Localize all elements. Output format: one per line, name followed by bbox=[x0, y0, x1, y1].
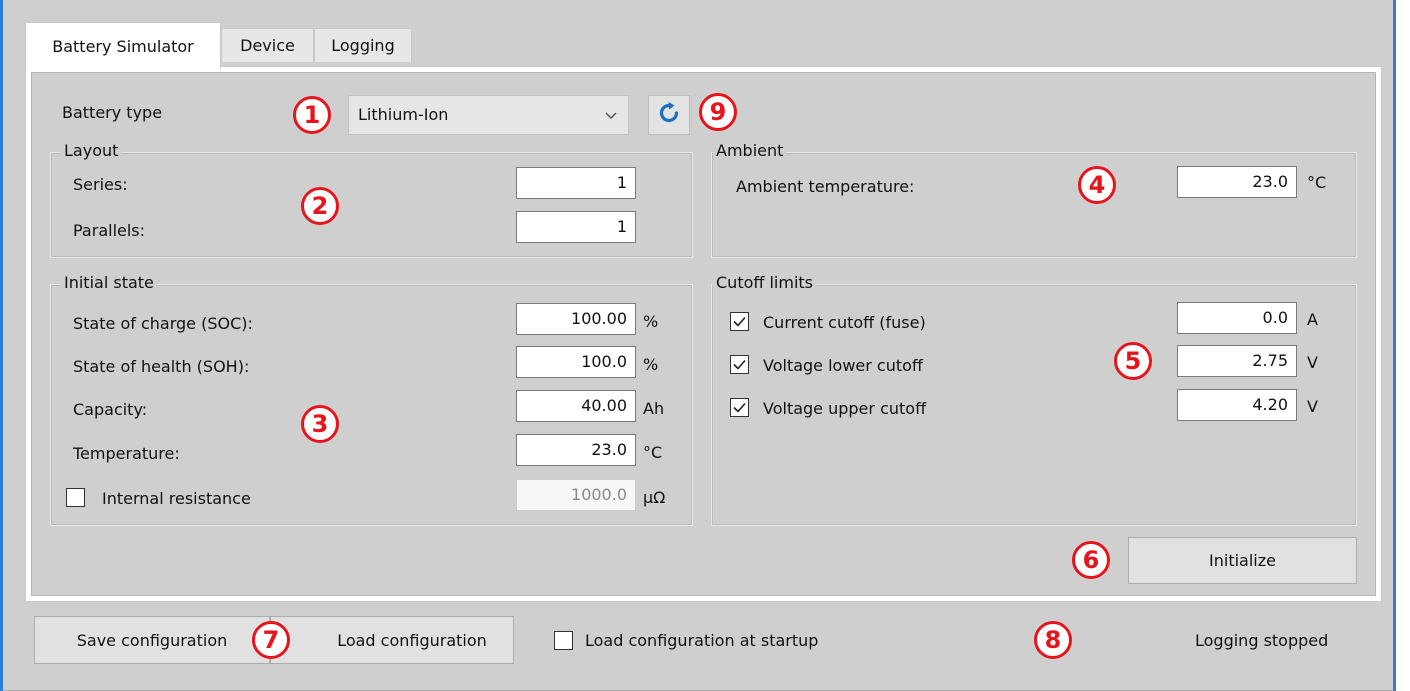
series-input[interactable]: 1 bbox=[516, 167, 636, 199]
voltage-upper-cutoff-label: Voltage upper cutoff bbox=[763, 399, 927, 418]
soc-input[interactable]: 100.00 bbox=[516, 303, 636, 335]
current-cutoff-checkbox[interactable] bbox=[730, 312, 749, 331]
battery-type-label: Battery type bbox=[62, 103, 163, 122]
current-cutoff-unit: A bbox=[1307, 310, 1318, 329]
cutoff-limits-group-title: Cutoff limits bbox=[713, 273, 817, 293]
voltage-lower-cutoff-unit: V bbox=[1307, 353, 1318, 372]
ambient-temperature-label: Ambient temperature: bbox=[736, 177, 915, 196]
capacity-unit: Ah bbox=[643, 399, 665, 418]
soh-label: State of health (SOH): bbox=[73, 357, 250, 376]
callout-2: 2 bbox=[301, 187, 339, 225]
ambient-temperature-unit: °C bbox=[1307, 173, 1327, 192]
callout-6: 6 bbox=[1072, 541, 1110, 579]
voltage-lower-cutoff-label: Voltage lower cutoff bbox=[763, 356, 923, 375]
check-icon bbox=[733, 359, 746, 370]
initialize-button[interactable]: Initialize bbox=[1128, 537, 1357, 584]
app-window: Battery Simulator Device Logging Battery… bbox=[3, 0, 1393, 691]
tab-battery-simulator[interactable]: Battery Simulator bbox=[25, 22, 221, 69]
callout-9: 9 bbox=[699, 93, 737, 131]
refresh-icon bbox=[656, 100, 682, 130]
callout-8: 8 bbox=[1034, 621, 1072, 659]
temperature-label: Temperature: bbox=[73, 444, 180, 463]
parallels-input[interactable]: 1 bbox=[516, 211, 636, 243]
check-icon bbox=[733, 316, 746, 327]
load-at-startup-label: Load configuration at startup bbox=[585, 631, 819, 650]
soh-input[interactable]: 100.0 bbox=[516, 346, 636, 378]
voltage-upper-cutoff-input[interactable]: 4.20 bbox=[1177, 389, 1297, 421]
tab-logging[interactable]: Logging bbox=[314, 28, 412, 62]
layout-group-title: Layout bbox=[61, 141, 122, 161]
check-icon bbox=[733, 402, 746, 413]
battery-type-select[interactable]: Lithium-Ion bbox=[348, 95, 629, 135]
voltage-lower-cutoff-input[interactable]: 2.75 bbox=[1177, 345, 1297, 377]
tab-label: Logging bbox=[331, 36, 395, 55]
temperature-unit: °C bbox=[643, 443, 663, 462]
ambient-temperature-input[interactable]: 23.0 bbox=[1177, 166, 1297, 198]
tab-device[interactable]: Device bbox=[221, 28, 314, 62]
voltage-lower-cutoff-checkbox[interactable] bbox=[730, 355, 749, 374]
chevron-down-icon bbox=[604, 108, 618, 127]
ambient-group-title: Ambient bbox=[713, 141, 787, 161]
soc-label: State of charge (SOC): bbox=[73, 314, 253, 333]
initial-state-group-title: Initial state bbox=[61, 273, 157, 293]
initialize-label: Initialize bbox=[1209, 551, 1276, 570]
logging-status: Logging stopped bbox=[1195, 631, 1329, 650]
load-at-startup-checkbox[interactable] bbox=[554, 631, 573, 650]
window-border-right bbox=[1393, 0, 1396, 691]
temperature-input[interactable]: 23.0 bbox=[516, 434, 636, 466]
current-cutoff-input[interactable]: 0.0 bbox=[1177, 302, 1297, 334]
internal-resistance-input: 1000.0 bbox=[516, 479, 636, 511]
capacity-label: Capacity: bbox=[73, 400, 148, 419]
internal-resistance-checkbox[interactable] bbox=[66, 488, 85, 507]
voltage-upper-cutoff-unit: V bbox=[1307, 397, 1318, 416]
voltage-upper-cutoff-checkbox[interactable] bbox=[730, 398, 749, 417]
refresh-button[interactable] bbox=[648, 95, 690, 135]
load-configuration-label: Load configuration bbox=[337, 630, 487, 650]
capacity-input[interactable]: 40.00 bbox=[516, 390, 636, 422]
battery-type-value: Lithium-Ion bbox=[358, 105, 449, 124]
parallels-label: Parallels: bbox=[73, 221, 146, 240]
callout-3: 3 bbox=[301, 405, 339, 443]
current-cutoff-label: Current cutoff (fuse) bbox=[763, 313, 926, 332]
save-configuration-label: Save configuration bbox=[76, 630, 228, 650]
soh-unit: % bbox=[643, 355, 659, 374]
callout-5: 5 bbox=[1114, 342, 1152, 380]
save-configuration-button[interactable]: Save configuration bbox=[34, 616, 270, 664]
internal-resistance-label: Internal resistance bbox=[102, 489, 251, 508]
tab-label: Battery Simulator bbox=[52, 36, 194, 56]
tab-label: Device bbox=[240, 36, 295, 55]
callout-1: 1 bbox=[293, 96, 331, 134]
series-label: Series: bbox=[73, 175, 128, 194]
callout-4: 4 bbox=[1078, 166, 1116, 204]
internal-resistance-unit: µΩ bbox=[643, 488, 666, 507]
load-configuration-button[interactable]: Load configuration bbox=[270, 616, 514, 664]
soc-unit: % bbox=[643, 312, 659, 331]
callout-7: 7 bbox=[252, 621, 290, 659]
